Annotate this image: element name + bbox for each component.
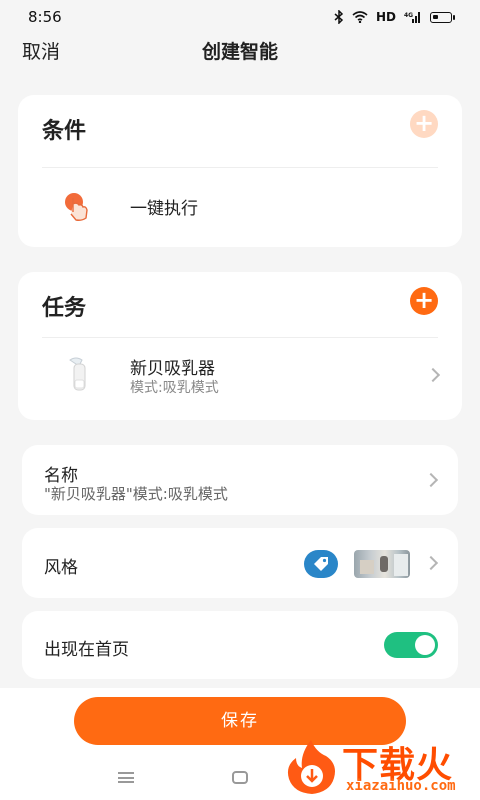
- style-setting[interactable]: 风格: [22, 528, 458, 598]
- menu-nav-icon[interactable]: [118, 772, 134, 783]
- add-condition-button[interactable]: +: [410, 110, 438, 138]
- svg-text:4G: 4G: [404, 12, 413, 19]
- condition-item[interactable]: 一键执行: [18, 168, 462, 247]
- style-label: 风格: [44, 558, 78, 578]
- chevron-right-icon: [423, 472, 439, 488]
- task-item-mode: 模式:吸乳模式: [130, 380, 219, 396]
- tasks-card: 任务 + 新贝吸乳器 模式:吸乳模式: [18, 272, 462, 420]
- conditions-title: 条件: [42, 119, 87, 144]
- homepage-setting: 出现在首页: [22, 611, 458, 679]
- bluetooth-icon: [334, 10, 344, 24]
- status-time: 8:56: [28, 8, 62, 26]
- tag-style-icon[interactable]: [304, 550, 338, 578]
- battery-icon: [430, 11, 455, 23]
- homepage-toggle[interactable]: [384, 632, 438, 658]
- breast-pump-icon: [69, 357, 86, 391]
- condition-item-name: 一键执行: [130, 199, 198, 219]
- chevron-right-icon: [423, 555, 439, 571]
- tasks-title: 任务: [42, 296, 87, 321]
- add-task-button[interactable]: +: [410, 287, 438, 315]
- homepage-label: 出现在首页: [44, 640, 129, 660]
- network-label: HD: [375, 10, 396, 24]
- wifi-icon: [352, 11, 368, 23]
- watermark-url: xiazaihuo.com: [346, 778, 456, 794]
- flame-logo-icon: [287, 740, 335, 794]
- page-title: 创建智能: [201, 40, 278, 63]
- task-item[interactable]: 新贝吸乳器 模式:吸乳模式: [18, 338, 462, 420]
- chevron-right-icon: [425, 367, 441, 383]
- page-header: 取消 创建智能: [0, 34, 480, 66]
- toggle-knob: [415, 635, 435, 655]
- cancel-button[interactable]: 取消: [22, 37, 60, 64]
- status-icons: HD 4G: [334, 10, 455, 24]
- style-thumbnail[interactable]: [354, 550, 410, 578]
- status-bar: 8:56 HD 4G: [0, 0, 480, 34]
- name-setting[interactable]: 名称 "新贝吸乳器"模式:吸乳模式: [22, 445, 458, 515]
- tap-hand-icon: [65, 193, 88, 221]
- signal-icon: 4G: [404, 12, 420, 23]
- watermark: 下载火 xiazaihuo.com: [282, 738, 476, 796]
- name-value: "新贝吸乳器"模式:吸乳模式: [44, 485, 228, 503]
- home-nav-icon[interactable]: [232, 771, 248, 784]
- task-item-name: 新贝吸乳器: [130, 359, 215, 379]
- conditions-card: 条件 + 一键执行: [18, 95, 462, 247]
